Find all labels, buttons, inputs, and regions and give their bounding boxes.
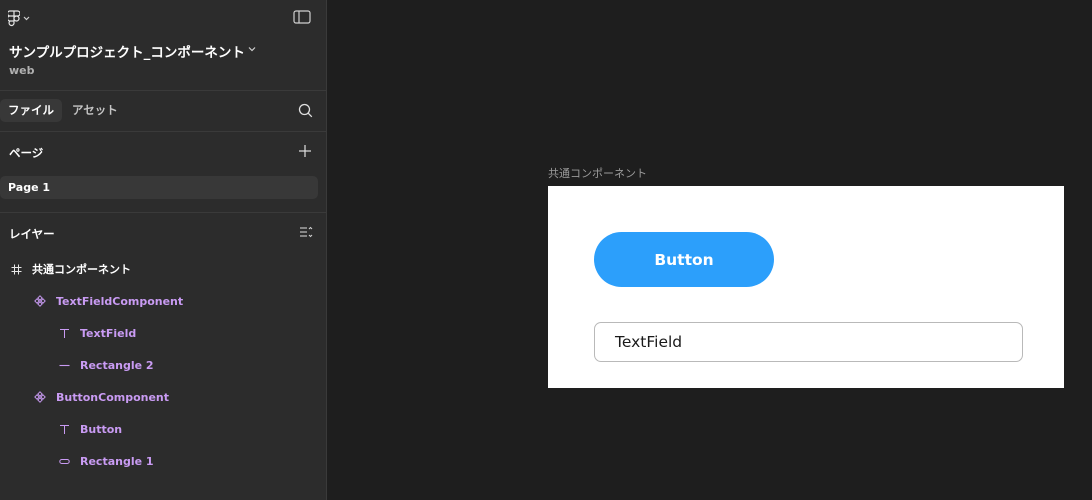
layer-item-rectangle-1[interactable]: Rectangle 1 xyxy=(58,451,154,471)
frame-label[interactable]: 共通コンポーネント xyxy=(548,165,647,181)
component-icon xyxy=(34,295,46,307)
chevron-down-icon xyxy=(23,16,30,20)
layer-item-label: Button xyxy=(80,422,123,436)
layer-item-label: Rectangle 1 xyxy=(80,454,154,468)
divider xyxy=(0,131,326,132)
project-title[interactable]: サンプルプロジェクト_コンポーネント xyxy=(9,41,245,61)
layers-section-title: レイヤー xyxy=(9,227,55,241)
layer-item-button-component[interactable]: ButtonComponent xyxy=(34,387,169,407)
tab-file[interactable]: ファイル xyxy=(0,99,62,122)
project-chevron-down-icon[interactable] xyxy=(247,44,257,54)
pages-section-title: ページ xyxy=(9,146,44,160)
component-icon xyxy=(34,391,46,403)
layer-item-common-components[interactable]: 共通コンポーネント xyxy=(10,259,131,279)
layer-list-options-icon[interactable] xyxy=(299,226,313,239)
layer-item-label: TextField xyxy=(80,326,137,340)
sidebar-toggle-icon[interactable] xyxy=(293,10,311,24)
rectangle-icon xyxy=(58,455,70,467)
layer-item-textfield[interactable]: TextField xyxy=(58,323,136,343)
sidebar-topbar xyxy=(0,0,326,36)
canvas-textfield-component[interactable]: TextField xyxy=(594,322,1023,362)
search-icon[interactable] xyxy=(298,103,313,118)
layer-item-label: ButtonComponent xyxy=(56,390,170,404)
layer-item-label: TextFieldComponent xyxy=(56,294,184,308)
layer-item-label: Rectangle 2 xyxy=(80,358,154,372)
project-subtitle: web xyxy=(9,64,35,77)
text-icon xyxy=(58,327,70,339)
layer-item-button[interactable]: Button xyxy=(58,419,122,439)
text-icon xyxy=(58,423,70,435)
tab-assets[interactable]: アセット xyxy=(64,99,126,122)
layer-item-rectangle-2[interactable]: Rectangle 2 xyxy=(58,355,154,375)
layer-item-textfield-component[interactable]: TextFieldComponent xyxy=(34,291,183,311)
frame-icon xyxy=(10,263,22,275)
add-page-plus-icon[interactable] xyxy=(298,144,312,158)
canvas-button-label: Button xyxy=(654,250,714,269)
line-icon xyxy=(58,359,70,371)
figma-logo-icon xyxy=(8,9,20,26)
common-components-frame[interactable]: Button TextField xyxy=(548,186,1064,388)
left-sidebar: サンプルプロジェクト_コンポーネント web ファイル アセット ページ Pag… xyxy=(0,0,327,500)
layer-item-label: 共通コンポーネント xyxy=(32,263,131,276)
divider xyxy=(0,212,326,213)
divider xyxy=(0,90,326,91)
design-canvas[interactable]: 共通コンポーネント Button TextField xyxy=(327,0,1092,500)
page-item-page-1[interactable]: Page 1 xyxy=(0,176,318,199)
canvas-button-component[interactable]: Button xyxy=(594,232,774,287)
main-menu-button[interactable] xyxy=(8,9,38,27)
